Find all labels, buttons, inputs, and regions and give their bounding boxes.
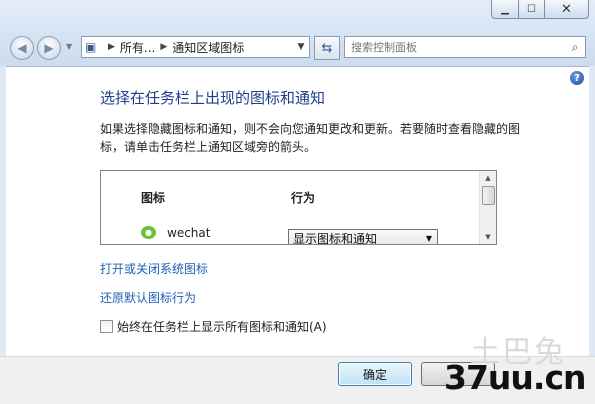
back-arrow-icon: ◀ <box>17 41 27 55</box>
breadcrumb-root[interactable]: 所有... <box>120 39 155 56</box>
notification-icon-list[interactable]: 图标 行为 ● wechat 微信 显示图标和通知 ▼ ▲ ▼ <box>100 170 497 245</box>
search-icon[interactable]: ⌕ <box>565 40 585 55</box>
control-panel-icon: ▣ <box>85 40 97 54</box>
close-button[interactable]: ✕ <box>545 0 589 19</box>
scroll-up-icon[interactable]: ▲ <box>480 171 496 185</box>
restore-defaults-link[interactable]: 还原默认图标行为 <box>100 289 196 306</box>
scrollbar-thumb[interactable] <box>482 186 495 205</box>
refresh-icon: ⇆ <box>321 40 333 56</box>
maximize-icon: ☐ <box>527 3 536 15</box>
watermark-site: 37uu.cn <box>444 358 586 397</box>
main-content: ? 选择在任务栏上出现的图标和通知 如果选择隐藏图标和通知，则不会向您通知更改和… <box>6 66 589 356</box>
wechat-icon: ● <box>141 226 156 239</box>
behavior-select[interactable]: 显示图标和通知 ▼ <box>288 229 438 245</box>
window-controls: ▁ ☐ ✕ <box>491 0 589 20</box>
column-header-icon: 图标 <box>141 191 166 205</box>
behavior-select-value: 显示图标和通知 <box>293 232 378 245</box>
breadcrumb-separator-icon[interactable]: ▶ <box>160 42 167 52</box>
always-show-option[interactable]: 始终在任务栏上显示所有图标和通知(A) <box>100 318 327 335</box>
window-chrome: ▁ ☐ ✕ ◀ ▶ ▼ ▣ ▶ 所有... ▶ 通知区域图标 ▼ ⇆ ⌕ <box>0 0 595 66</box>
chevron-down-icon: ▼ <box>425 234 433 243</box>
search-input[interactable] <box>345 39 565 55</box>
refresh-button[interactable]: ⇆ <box>314 36 340 60</box>
forward-button[interactable]: ▶ <box>37 36 61 60</box>
forward-arrow-icon: ▶ <box>44 41 54 55</box>
search-box[interactable]: ⌕ <box>344 36 586 58</box>
system-icons-link[interactable]: 打开或关闭系统图标 <box>100 260 208 277</box>
breadcrumb-current[interactable]: 通知区域图标 <box>172 39 244 56</box>
address-bar[interactable]: ▣ ▶ 所有... ▶ 通知区域图标 ▼ <box>81 36 310 58</box>
app-name: wechat <box>167 226 211 240</box>
minimize-icon: ▁ <box>501 3 509 15</box>
maximize-button[interactable]: ☐ <box>519 0 545 19</box>
ok-button[interactable]: 确定 <box>338 362 412 386</box>
breadcrumb-separator-icon[interactable]: ▶ <box>108 42 115 52</box>
close-icon: ✕ <box>561 1 572 17</box>
list-scrollbar[interactable]: ▲ ▼ <box>479 171 496 244</box>
address-dropdown-icon[interactable]: ▼ <box>293 42 309 52</box>
back-button[interactable]: ◀ <box>10 36 34 60</box>
minimize-button[interactable]: ▁ <box>491 0 519 19</box>
page-description: 如果选择隐藏图标和通知，则不会向您通知更改和更新。若要随时查看隐藏的图标，请单击… <box>100 122 521 154</box>
help-icon[interactable]: ? <box>570 71 584 85</box>
page-title: 选择在任务栏上出现的图标和通知 <box>100 89 326 107</box>
always-show-checkbox[interactable] <box>100 320 113 333</box>
history-dropdown[interactable]: ▼ <box>66 42 72 51</box>
column-header-behavior: 行为 <box>291 191 316 205</box>
app-subtitle: 微信 <box>167 241 191 244</box>
always-show-label[interactable]: 始终在任务栏上显示所有图标和通知(A) <box>117 318 327 335</box>
scroll-down-icon[interactable]: ▼ <box>480 230 496 244</box>
chevron-down-icon: ▼ <box>66 42 73 51</box>
